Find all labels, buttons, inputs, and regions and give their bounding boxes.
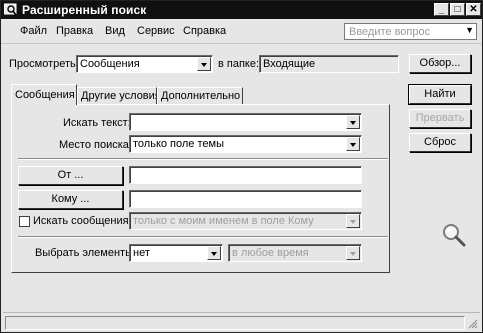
chevron-down-icon[interactable]: ▼ (465, 25, 474, 35)
menu-file[interactable]: Файл (20, 25, 47, 37)
where-label: Искать сообщения: (33, 215, 132, 227)
menu-help[interactable]: Справка (183, 25, 226, 37)
tab-messages-label: Сообщения (15, 89, 75, 101)
in-folder-label: в папке: (218, 58, 260, 70)
separator (18, 158, 388, 160)
browse-button[interactable]: Обзор... (409, 54, 471, 73)
tab-advanced[interactable]: Дополнительно (157, 87, 243, 104)
chevron-down-icon (346, 246, 360, 260)
help-question-placeholder: Введите вопрос (349, 26, 431, 38)
menu-view[interactable]: Вид (105, 25, 125, 37)
in-folder-value: Входящие (263, 58, 316, 70)
time-range-value: в любое время (232, 247, 309, 259)
from-button[interactable]: От ... (18, 166, 123, 185)
search-in-label: Место поиска: (59, 139, 132, 151)
where-checkbox[interactable] (19, 216, 30, 227)
stop-button: Прервать (409, 109, 471, 128)
advanced-find-window: Расширенный поиск _ □ ✕ Файл Правка Вид … (0, 0, 483, 333)
help-question-input[interactable]: Введите вопрос ▼ (344, 23, 477, 40)
tab-more-choices[interactable]: Другие условия (77, 87, 157, 104)
where-value: только с моим именем в поле Кому (133, 215, 314, 227)
status-bar (3, 312, 480, 331)
where-select: только с моим именем в поле Кому (129, 212, 362, 230)
stop-label: Прервать (415, 112, 465, 124)
from-field[interactable] (129, 166, 362, 184)
chevron-down-icon[interactable] (197, 57, 211, 71)
time-select[interactable]: нет (129, 244, 223, 262)
search-text-combo[interactable] (129, 113, 362, 131)
window-title: Расширенный поиск (22, 3, 147, 17)
from-button-label: От ... (57, 169, 84, 181)
search-app-icon (4, 3, 17, 16)
menu-tools[interactable]: Сервис (137, 25, 175, 37)
sent-to-field[interactable] (129, 190, 362, 208)
look-for-label: Просмотреть: (9, 58, 79, 70)
close-button[interactable]: ✕ (466, 3, 481, 16)
maximize-button[interactable]: □ (450, 3, 465, 16)
find-now-button[interactable]: Найти (408, 84, 472, 105)
menu-edit[interactable]: Правка (56, 25, 93, 37)
time-value: нет (133, 247, 150, 259)
tab-messages[interactable]: Сообщения (11, 84, 77, 105)
magnifier-icon (443, 224, 466, 247)
new-search-label: Сброс (424, 136, 456, 148)
chevron-down-icon[interactable] (207, 246, 221, 260)
new-search-button[interactable]: Сброс (409, 133, 471, 152)
tab-more-choices-label: Другие условия (81, 90, 157, 102)
search-text-label: Искать текст: (63, 117, 131, 129)
browse-button-label: Обзор... (419, 57, 461, 69)
title-bar: Расширенный поиск _ □ ✕ (1, 1, 482, 19)
minimize-button[interactable]: _ (434, 3, 449, 16)
chevron-down-icon[interactable] (346, 115, 360, 129)
tab-advanced-label: Дополнительно (161, 90, 241, 102)
look-for-value: Сообщения (80, 58, 140, 70)
chevron-down-icon (346, 214, 360, 228)
separator (18, 236, 388, 238)
chevron-down-icon[interactable] (346, 137, 360, 151)
search-in-select[interactable]: только поле темы (129, 135, 362, 153)
find-now-label: Найти (424, 88, 456, 100)
sent-to-button-label: Кому ... (51, 193, 90, 205)
sent-to-button[interactable]: Кому ... (18, 190, 123, 209)
search-in-value: только поле темы (133, 138, 224, 150)
look-for-select[interactable]: Сообщения (76, 55, 213, 73)
time-range-select: в любое время (228, 244, 362, 262)
status-pane (5, 316, 465, 330)
time-label: Выбрать элементы: (35, 247, 137, 259)
in-folder-field: Входящие (259, 55, 399, 73)
resize-grip-icon[interactable] (467, 318, 478, 329)
